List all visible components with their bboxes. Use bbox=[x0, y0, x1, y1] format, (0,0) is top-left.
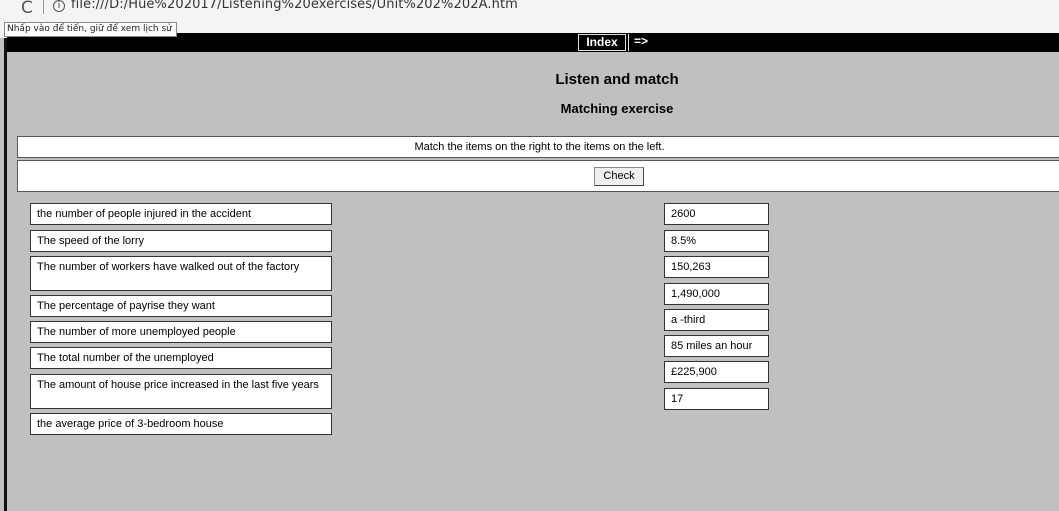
left-item[interactable]: The number of workers have walked out of… bbox=[30, 256, 332, 291]
right-item[interactable]: 85 miles an hour bbox=[664, 335, 769, 357]
right-item[interactable]: 17 bbox=[664, 388, 769, 410]
left-item[interactable]: The percentage of payrise they want bbox=[30, 295, 332, 317]
left-item[interactable]: The amount of house price increased in t… bbox=[30, 374, 332, 409]
right-item[interactable]: 8.5% bbox=[664, 230, 769, 252]
check-panel: Check bbox=[17, 160, 1059, 192]
next-button[interactable]: => bbox=[628, 34, 658, 51]
page-content: Index => Listen and match Matching exerc… bbox=[4, 33, 1059, 511]
left-item[interactable]: the number of people injured in the acci… bbox=[30, 203, 332, 225]
check-button[interactable]: Check bbox=[594, 167, 644, 186]
right-item[interactable]: 1,490,000 bbox=[664, 283, 769, 305]
index-button[interactable]: Index bbox=[578, 34, 626, 51]
page-title: Listen and match bbox=[555, 71, 679, 88]
reload-icon[interactable]: C bbox=[21, 0, 33, 17]
left-item[interactable]: the average price of 3-bedroom house bbox=[30, 413, 332, 435]
address-bar[interactable]: file:///D:/Hue%202017/Listening%20exerci… bbox=[71, 0, 518, 13]
right-item[interactable]: 2600 bbox=[664, 203, 769, 225]
info-icon[interactable]: i bbox=[53, 0, 65, 12]
page-subtitle: Matching exercise bbox=[560, 101, 674, 116]
right-item[interactable]: £225,900 bbox=[664, 361, 769, 383]
instructions: Match the items on the right to the item… bbox=[17, 136, 1059, 158]
right-item[interactable]: a -third bbox=[664, 309, 769, 331]
toolbar-separator bbox=[43, 0, 44, 14]
right-item[interactable]: 150,263 bbox=[664, 256, 769, 278]
forward-tooltip: Nhấp vào để tiến, giữ để xem lịch sử bbox=[4, 22, 177, 37]
left-item[interactable]: The speed of the lorry bbox=[30, 230, 332, 252]
left-item[interactable]: The number of more unemployed people bbox=[30, 321, 332, 343]
left-item[interactable]: The total number of the unemployed bbox=[30, 347, 332, 369]
